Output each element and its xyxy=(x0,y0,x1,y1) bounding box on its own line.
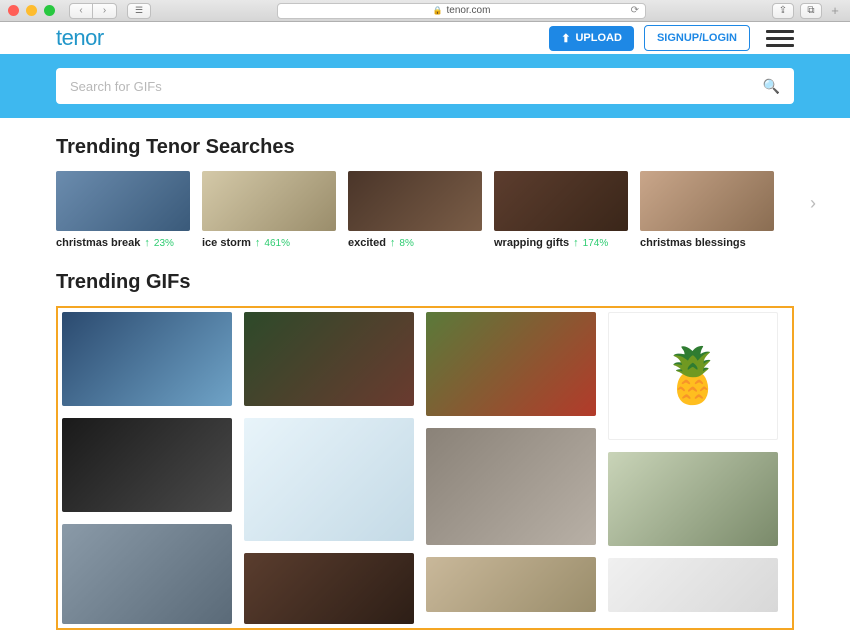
trending-search-label: wrapping gifts xyxy=(494,237,569,249)
trending-search-thumb[interactable] xyxy=(56,171,190,231)
trending-search-card[interactable]: christmas blessings xyxy=(640,171,774,249)
trending-search-card[interactable]: ice storm ↑461% xyxy=(202,171,336,249)
trending-search-meta: christmas blessings xyxy=(640,237,774,249)
trending-search-meta: christmas break ↑ 23% xyxy=(56,237,190,249)
search-box[interactable]: 🔍 xyxy=(56,68,794,104)
gif-tile[interactable] xyxy=(608,558,778,612)
trending-search-card[interactable]: wrapping gifts ↑ 174% xyxy=(494,171,628,249)
fullscreen-window-icon[interactable] xyxy=(44,5,55,16)
gif-column xyxy=(426,312,596,624)
trend-percent: 174% xyxy=(583,238,609,249)
nav-button-group: ‹ › xyxy=(69,3,117,19)
trending-search-card[interactable]: christmas break ↑ 23% xyxy=(56,171,190,249)
trending-search-label: ice storm xyxy=(202,237,251,249)
trending-searches-title: Trending Tenor Searches xyxy=(56,136,794,159)
tabs-button[interactable]: ⧉ xyxy=(800,3,822,19)
gif-tile[interactable] xyxy=(426,557,596,612)
trending-search-thumb[interactable] xyxy=(640,171,774,231)
plus-icon: + xyxy=(831,3,839,18)
trend-percent: 23% xyxy=(154,238,174,249)
chevron-left-icon: ‹ xyxy=(79,5,82,16)
share-icon: ⇪ xyxy=(779,5,787,16)
trend-up-icon: ↑ xyxy=(255,237,261,249)
url-text: tenor.com xyxy=(447,5,491,16)
search-submit-button[interactable]: 🔍 xyxy=(763,78,780,95)
back-button[interactable]: ‹ xyxy=(69,3,93,19)
lock-icon: 🔒 xyxy=(433,6,443,15)
trending-search-meta: excited ↑8% xyxy=(348,237,482,249)
search-area: 🔍 xyxy=(0,54,850,118)
hamburger-menu-button[interactable] xyxy=(766,27,794,49)
gif-tile[interactable] xyxy=(244,553,414,624)
gif-tile[interactable]: 🍍 xyxy=(608,312,778,440)
gif-column: 🍍 xyxy=(608,312,778,624)
trend-up-icon: ↑ xyxy=(144,237,150,249)
pineapple-icon: 🍍 xyxy=(659,345,726,408)
trending-search-thumb[interactable] xyxy=(202,171,336,231)
gif-tile[interactable] xyxy=(244,312,414,406)
trending-search-label: excited xyxy=(348,237,386,249)
browser-toolbar: ‹ › ☰ 🔒 tenor.com ⟳ ⇪ ⧉ + xyxy=(0,0,850,22)
trend-up-icon: ↑ xyxy=(573,237,579,249)
trend-percent: 8% xyxy=(399,238,413,249)
traffic-lights xyxy=(8,5,55,16)
sidebar-icon: ☰ xyxy=(135,5,143,16)
hamburger-icon xyxy=(766,30,794,33)
chevron-right-icon: › xyxy=(810,193,816,213)
share-button[interactable]: ⇪ xyxy=(772,3,794,19)
gif-tile[interactable] xyxy=(62,524,232,624)
search-icon: 🔍 xyxy=(763,78,780,94)
reload-icon[interactable]: ⟳ xyxy=(631,5,639,16)
logo[interactable]: tenor xyxy=(56,25,104,51)
trend-up-icon: ↑ xyxy=(390,237,396,249)
trending-search-label: christmas blessings xyxy=(640,237,746,249)
trending-search-thumb[interactable] xyxy=(348,171,482,231)
trending-searches-row: christmas break↑23%ice storm↑461%excited… xyxy=(56,171,794,249)
chrome-right-group: ⇪ ⧉ xyxy=(772,3,822,19)
carousel-next-button[interactable]: › xyxy=(810,193,816,214)
search-input[interactable] xyxy=(70,79,763,94)
trending-gifs-title: Trending GIFs xyxy=(56,271,794,294)
trending-search-meta: ice storm ↑461% xyxy=(202,237,336,249)
gif-tile[interactable] xyxy=(244,418,414,541)
gif-tile[interactable] xyxy=(426,428,596,545)
gif-tile[interactable] xyxy=(62,418,232,512)
upload-label: UPLOAD xyxy=(575,32,621,44)
trending-search-label: christmas break xyxy=(56,237,140,249)
gif-tile[interactable] xyxy=(426,312,596,416)
site-header: tenor ⬆ UPLOAD SIGNUP/LOGIN xyxy=(0,22,850,54)
trend-percent: 461% xyxy=(264,238,290,249)
gif-tile[interactable] xyxy=(608,452,778,546)
close-window-icon[interactable] xyxy=(8,5,19,16)
trending-search-meta: wrapping gifts ↑ 174% xyxy=(494,237,628,249)
page-content: Trending Tenor Searches christmas break ↑… xyxy=(0,118,850,630)
signup-login-button[interactable]: SIGNUP/LOGIN xyxy=(644,25,750,51)
forward-button[interactable]: › xyxy=(93,3,117,19)
trending-gif-grid: 🍍 xyxy=(56,306,794,630)
gif-column xyxy=(62,312,232,624)
minimize-window-icon[interactable] xyxy=(26,5,37,16)
url-bar[interactable]: 🔒 tenor.com ⟳ xyxy=(277,3,646,19)
sidebar-toggle-button[interactable]: ☰ xyxy=(127,3,151,19)
gif-tile[interactable] xyxy=(62,312,232,406)
tabs-icon: ⧉ xyxy=(807,5,814,16)
new-tab-button[interactable]: + xyxy=(828,3,842,18)
upload-button[interactable]: ⬆ UPLOAD xyxy=(549,26,634,51)
chevron-right-icon: › xyxy=(103,5,106,16)
trending-search-card[interactable]: excited ↑8% xyxy=(348,171,482,249)
trending-search-thumb[interactable] xyxy=(494,171,628,231)
gif-column xyxy=(244,312,414,624)
upload-icon: ⬆ xyxy=(561,32,570,45)
